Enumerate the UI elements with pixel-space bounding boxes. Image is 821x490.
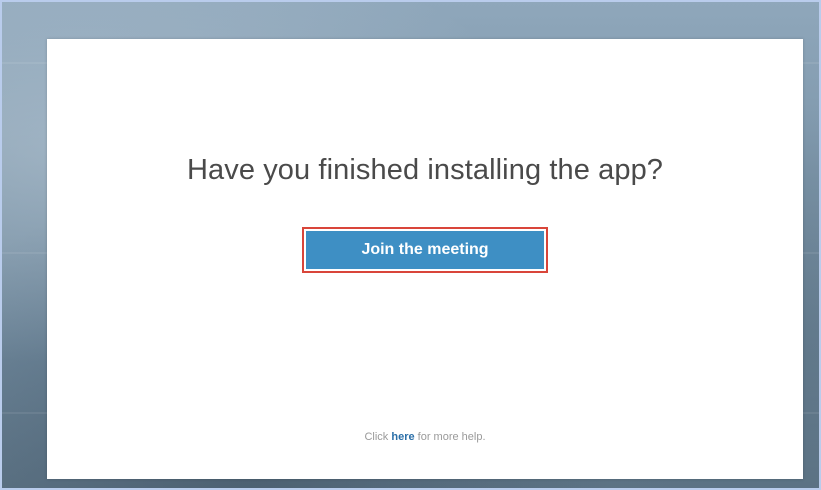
help-text: Click here for more help.: [47, 431, 803, 443]
join-meeting-button[interactable]: Join the meeting: [306, 231, 544, 269]
dialog-heading: Have you finished installing the app?: [186, 154, 664, 186]
install-dialog: Have you finished installing the app? Jo…: [47, 39, 803, 479]
join-button-highlight: Join the meeting: [302, 227, 548, 273]
screenshot-frame: Have you finished installing the app? Jo…: [0, 0, 821, 490]
help-suffix: for more help.: [414, 431, 486, 443]
help-link[interactable]: here: [391, 431, 414, 443]
help-prefix: Click: [364, 431, 392, 443]
